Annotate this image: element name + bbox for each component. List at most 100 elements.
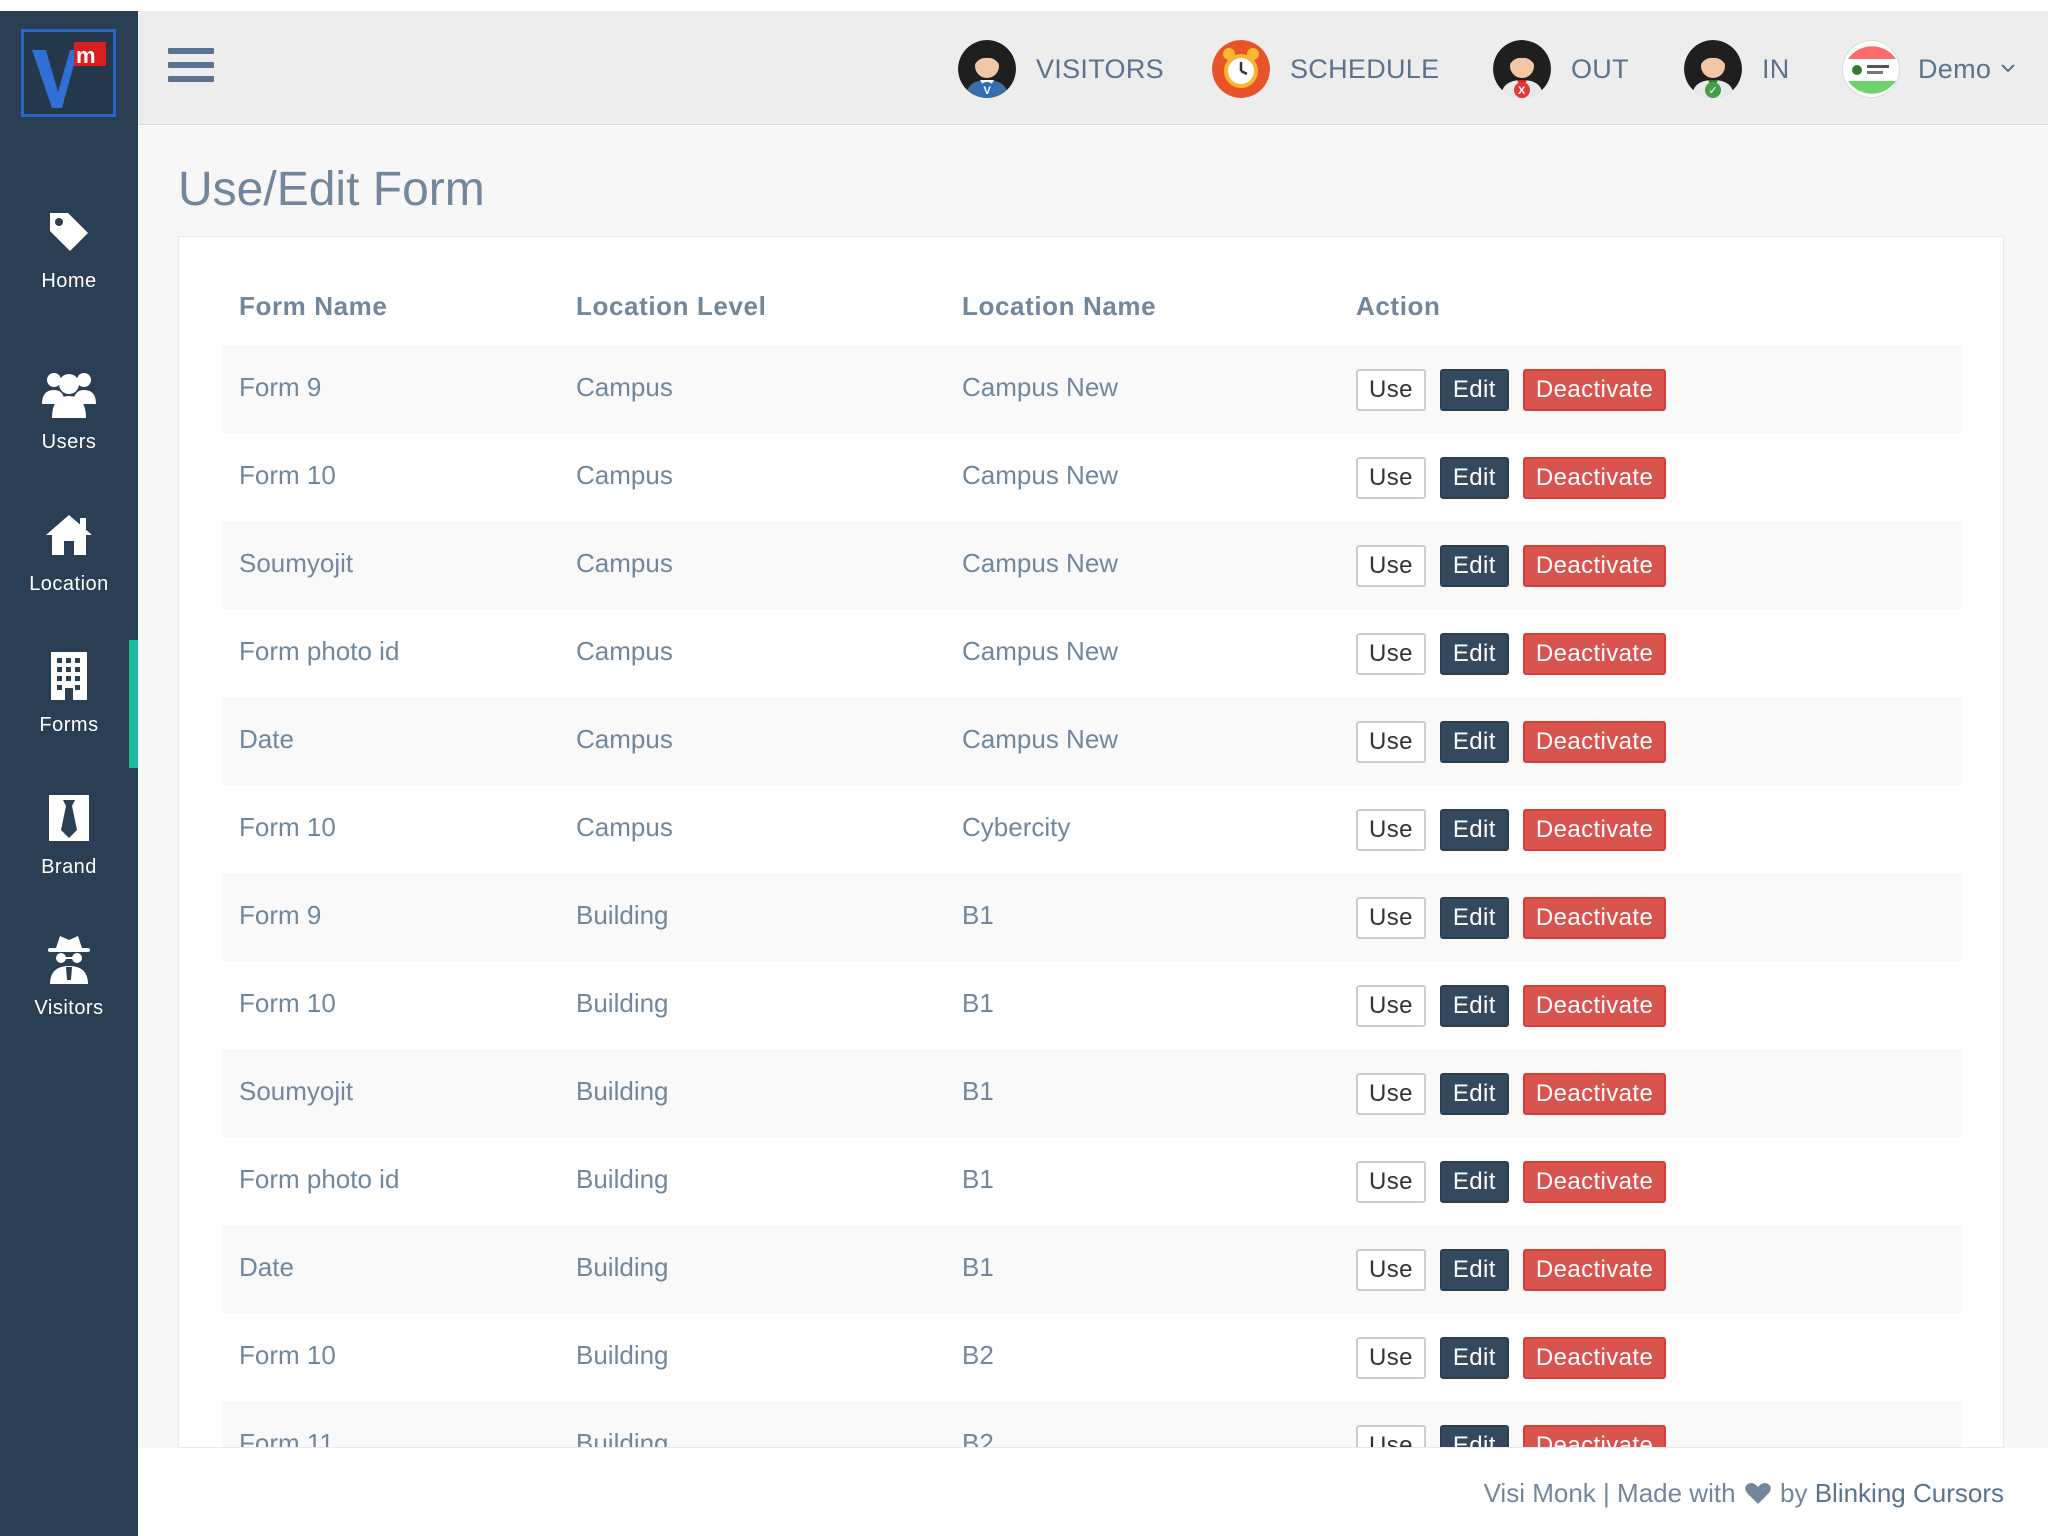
sidebar-item-forms[interactable]: Forms [0, 640, 138, 768]
home-icon [0, 503, 138, 567]
location-level-cell: Campus [576, 811, 673, 842]
use-button[interactable]: Use [1356, 721, 1426, 763]
form-name-cell: Soumyojit [223, 1049, 560, 1137]
sidebar: m Home Users Location Forms Brand Visito… [0, 11, 138, 1536]
deactivate-button[interactable]: Deactivate [1522, 1161, 1667, 1203]
use-button[interactable]: Use [1356, 1073, 1426, 1115]
action-cell: Use Edit Deactivate [1340, 1401, 1961, 1447]
deactivate-button[interactable]: Deactivate [1522, 1249, 1667, 1291]
form-name-cell: Form 11 [223, 1401, 560, 1447]
location-name-cell: Campus New [946, 697, 1340, 785]
form-name-cell: Form 10 [239, 1339, 336, 1370]
header-nav-schedule[interactable]: SCHEDULE [1212, 38, 1439, 100]
use-button[interactable]: Use [1356, 1337, 1426, 1379]
deactivate-button[interactable]: Deactivate [1522, 545, 1667, 587]
edit-button[interactable]: Edit [1439, 897, 1509, 939]
deactivate-button[interactable]: Deactivate [1522, 1337, 1667, 1379]
table-row: Form 10 Campus Cybercity Use Edit Deactivate [223, 785, 1961, 873]
sidebar-item-home[interactable]: Home [0, 200, 138, 320]
footer-company-link[interactable]: Blinking Cursors [1815, 1478, 2004, 1508]
use-button[interactable]: Use [1356, 545, 1426, 587]
location-name-cell: Campus New [946, 345, 1340, 433]
main-content: Use/Edit Form Form Name Location Level L… [138, 126, 2048, 1448]
edit-button[interactable]: Edit [1439, 545, 1509, 587]
edit-button[interactable]: Edit [1439, 369, 1509, 411]
sidebar-item-label: Home [41, 270, 97, 292]
edit-button[interactable]: Edit [1439, 1337, 1509, 1379]
table-row: Soumyojit Building B1 Use Edit Deactivate [223, 1049, 1961, 1137]
deactivate-button[interactable]: Deactivate [1522, 633, 1667, 675]
location-level-cell: Building [576, 1163, 669, 1194]
page-title: Use/Edit Form [178, 163, 485, 216]
checkin-avatar-icon: ✓ [1684, 40, 1742, 98]
form-name-cell: Form 10 [239, 987, 336, 1018]
sidebar-item-location[interactable]: Location [0, 503, 138, 623]
header-nav-label: VISITORS [1036, 53, 1164, 84]
table-row: Form 11 Building B2 Use Edit Deactivate [223, 1401, 1961, 1447]
edit-button[interactable]: Edit [1439, 809, 1509, 851]
use-button[interactable]: Use [1356, 633, 1426, 675]
sidebar-item-label: Users [41, 431, 97, 453]
svg-text:m: m [76, 43, 96, 68]
location-name-cell: B1 [946, 1049, 1340, 1137]
header-nav-in[interactable]: ✓ IN [1684, 38, 1790, 100]
location-name-cell: Campus New [962, 459, 1119, 490]
location-name-cell: Cybercity [962, 811, 1071, 842]
deactivate-button[interactable]: Deactivate [1522, 1425, 1667, 1447]
deactivate-button[interactable]: Deactivate [1522, 457, 1667, 499]
header-nav-out[interactable]: X OUT [1493, 38, 1629, 100]
user-menu[interactable]: Demo [1842, 38, 2015, 100]
deactivate-button[interactable]: Deactivate [1522, 897, 1667, 939]
edit-button[interactable]: Edit [1439, 633, 1509, 675]
use-button[interactable]: Use [1356, 369, 1426, 411]
use-button[interactable]: Use [1356, 1161, 1426, 1203]
action-cell: Use Edit Deactivate [1340, 697, 1961, 785]
form-name-cell: Form photo id [239, 635, 400, 666]
header-nav-label: OUT [1571, 53, 1629, 84]
header-nav-visitors[interactable]: V VISITORS [958, 38, 1164, 100]
location-level-cell: Campus [576, 635, 673, 666]
edit-button[interactable]: Edit [1439, 457, 1509, 499]
location-name-cell: B1 [946, 1225, 1340, 1313]
use-button[interactable]: Use [1356, 1249, 1426, 1291]
app-logo[interactable]: m [21, 29, 116, 117]
chevron-down-icon [2001, 60, 2015, 78]
action-cell: Use Edit Deactivate [1340, 345, 1961, 433]
use-button[interactable]: Use [1356, 1425, 1426, 1447]
deactivate-button[interactable]: Deactivate [1522, 721, 1667, 763]
edit-button[interactable]: Edit [1439, 1073, 1509, 1115]
location-level-cell: Building [560, 1225, 946, 1313]
form-name-cell: Soumyojit [223, 521, 560, 609]
deactivate-button[interactable]: Deactivate [1522, 369, 1667, 411]
edit-button[interactable]: Edit [1439, 1161, 1509, 1203]
table-row: Date Campus Campus New Use Edit Deactivate [223, 697, 1961, 785]
table-row: Form 9 Building B1 Use Edit Deactivate [223, 873, 1961, 961]
deactivate-button[interactable]: Deactivate [1522, 985, 1667, 1027]
header-nav-label: IN [1762, 53, 1790, 84]
location-name-cell: B2 [946, 1401, 1340, 1447]
spy-icon [0, 927, 138, 991]
top-header: V VISITORS SCHEDULE X OUT ✓ IN Demo [138, 11, 2048, 125]
heart-icon [1744, 1481, 1771, 1512]
edit-button[interactable]: Edit [1439, 985, 1509, 1027]
sidebar-item-users[interactable]: Users [0, 361, 138, 481]
location-name-cell: B2 [962, 1339, 994, 1370]
use-button[interactable]: Use [1356, 897, 1426, 939]
column-header: Action [1356, 290, 1441, 321]
deactivate-button[interactable]: Deactivate [1522, 809, 1667, 851]
edit-button[interactable]: Edit [1439, 721, 1509, 763]
table-row: Form 9 Campus Campus New Use Edit Deactivate [223, 345, 1961, 433]
use-button[interactable]: Use [1356, 809, 1426, 851]
table-row: Form photo id Building B1 Use Edit Deactivate [223, 1137, 1961, 1225]
location-name-cell: B1 [962, 987, 994, 1018]
sidebar-item-visitors[interactable]: Visitors [0, 927, 138, 1047]
menu-toggle-icon[interactable] [168, 48, 214, 90]
column-header: Location Name [962, 290, 1157, 321]
edit-button[interactable]: Edit [1439, 1425, 1509, 1447]
header-nav-label: SCHEDULE [1290, 53, 1440, 84]
sidebar-item-brand[interactable]: Brand [0, 786, 138, 906]
use-button[interactable]: Use [1356, 457, 1426, 499]
deactivate-button[interactable]: Deactivate [1522, 1073, 1667, 1115]
edit-button[interactable]: Edit [1439, 1249, 1509, 1291]
use-button[interactable]: Use [1356, 985, 1426, 1027]
